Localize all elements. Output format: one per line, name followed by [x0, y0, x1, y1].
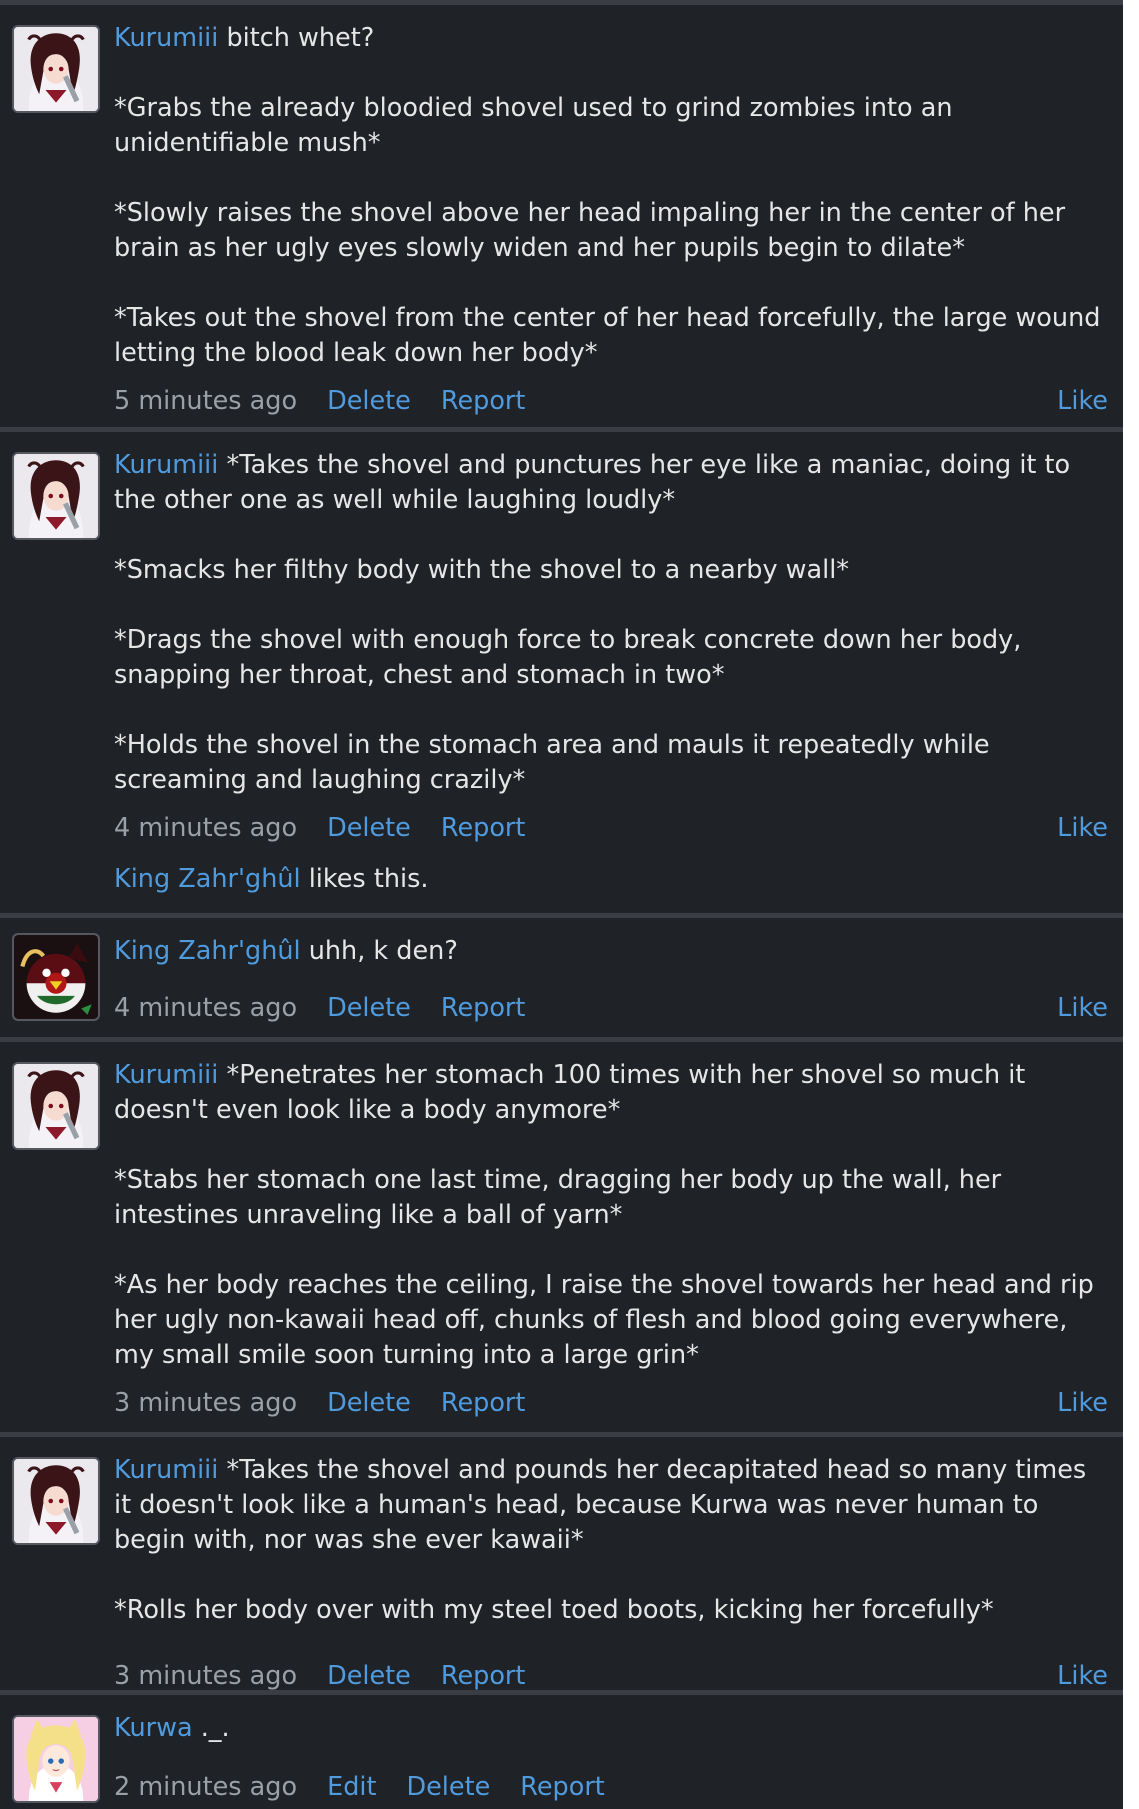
comment-body: Kurumiii *Takes the shovel and punctures… — [114, 448, 1108, 798]
comment-body: Kurumiii *Penetrates her stomach 100 tim… — [114, 1058, 1108, 1373]
comment-author[interactable]: Kurumiii — [114, 450, 218, 480]
report-link[interactable]: Report — [441, 386, 526, 416]
anime-girl-avatar[interactable] — [12, 452, 100, 540]
comment-divider — [0, 427, 1123, 432]
delete-link[interactable]: Delete — [327, 386, 411, 416]
comment-thread: Kurumiii bitch whet? *Grabs the already … — [0, 0, 1123, 1809]
comment-text: Kurumiii *Takes the shovel and punctures… — [114, 450, 1071, 515]
like-link[interactable]: Like — [1057, 1659, 1108, 1694]
comment-meta: 3 minutes ago Delete Report Like — [114, 1386, 1108, 1421]
comment-text: Kurumiii *Takes the shovel and pounds he… — [114, 1455, 1087, 1555]
comment-text: *As her body reaches the ceiling, I rais… — [114, 1270, 1094, 1370]
comment-divider — [0, 0, 1123, 5]
comment-text: Kurumiii *Penetrates her stomach 100 tim… — [114, 1060, 1026, 1125]
report-link[interactable]: Report — [441, 993, 526, 1023]
like-link[interactable]: Like — [1057, 384, 1108, 419]
comment-meta: 3 minutes ago Delete Report Like — [114, 1659, 1108, 1694]
delete-link[interactable]: Delete — [327, 993, 411, 1023]
comment-text: *Takes out the shovel from the center of… — [114, 303, 1101, 368]
report-link[interactable]: Report — [520, 1772, 605, 1802]
comment-text: *Drags the shovel with enough force to b… — [114, 625, 1022, 690]
comment-divider — [0, 1690, 1123, 1695]
liker-name[interactable]: King Zahr'ghûl — [114, 864, 301, 894]
comment-meta: 2 minutes ago Edit Delete Report — [114, 1770, 1108, 1805]
like-link[interactable]: Like — [1057, 1386, 1108, 1421]
report-link[interactable]: Report — [441, 813, 526, 843]
delete-link[interactable]: Delete — [327, 813, 411, 843]
comment-body: King Zahr'ghûl uhh, k den? — [114, 934, 1108, 969]
comment-meta: 4 minutes ago Delete Report Like — [114, 991, 1108, 1026]
comment-author[interactable]: Kurumiii — [114, 23, 218, 53]
comment-meta: 5 minutes ago Delete Report Like — [114, 384, 1108, 419]
comment-text: *Slowly raises the shovel above her head… — [114, 198, 1066, 263]
comment-text: *Rolls her body over with my steel toed … — [114, 1595, 994, 1625]
comment-divider — [0, 1432, 1123, 1437]
comment-divider — [0, 1037, 1123, 1042]
comment-meta: 4 minutes ago Delete Report Like — [114, 811, 1108, 846]
countryball-avatar[interactable] — [12, 933, 100, 1021]
report-link[interactable]: Report — [441, 1661, 526, 1691]
comment-timestamp: 4 minutes ago — [114, 993, 298, 1023]
like-link[interactable]: Like — [1057, 991, 1108, 1026]
comment-author[interactable]: Kurumiii — [114, 1455, 218, 1485]
comment-text: Kurumiii bitch whet? — [114, 23, 375, 53]
comment-text: King Zahr'ghûl uhh, k den? — [114, 936, 458, 966]
edit-link[interactable]: Edit — [327, 1772, 376, 1802]
comment-author[interactable]: Kurumiii — [114, 1060, 218, 1090]
blonde-cat-girl-avatar[interactable] — [12, 1715, 100, 1803]
comment-body: Kurwa ._. — [114, 1711, 1108, 1746]
comment-timestamp: 3 minutes ago — [114, 1661, 298, 1691]
comment-timestamp: 3 minutes ago — [114, 1388, 298, 1418]
comment-body: Kurumiii *Takes the shovel and pounds he… — [114, 1453, 1108, 1628]
page-margin — [1123, 0, 1139, 1809]
likes-summary: King Zahr'ghûl likes this. — [114, 864, 429, 894]
comment-author[interactable]: King Zahr'ghûl — [114, 936, 301, 966]
comment-text: *Grabs the already bloodied shovel used … — [114, 93, 953, 158]
comment-text: *Smacks her filthy body with the shovel … — [114, 555, 850, 585]
comment-timestamp: 2 minutes ago — [114, 1772, 298, 1802]
comment-divider — [0, 913, 1123, 918]
comment-text: Kurwa ._. — [114, 1713, 230, 1743]
comment-body: Kurumiii bitch whet? *Grabs the already … — [114, 21, 1108, 371]
anime-girl-avatar[interactable] — [12, 25, 100, 113]
delete-link[interactable]: Delete — [327, 1388, 411, 1418]
anime-girl-avatar[interactable] — [12, 1062, 100, 1150]
comment-text: *Stabs her stomach one last time, draggi… — [114, 1165, 1002, 1230]
comment-timestamp: 5 minutes ago — [114, 386, 298, 416]
delete-link[interactable]: Delete — [327, 1661, 411, 1691]
delete-link[interactable]: Delete — [406, 1772, 490, 1802]
comment-text: *Holds the shovel in the stomach area an… — [114, 730, 990, 795]
like-link[interactable]: Like — [1057, 811, 1108, 846]
comment-timestamp: 4 minutes ago — [114, 813, 298, 843]
comment-author[interactable]: Kurwa — [114, 1713, 193, 1743]
anime-girl-avatar[interactable] — [12, 1457, 100, 1545]
report-link[interactable]: Report — [441, 1388, 526, 1418]
